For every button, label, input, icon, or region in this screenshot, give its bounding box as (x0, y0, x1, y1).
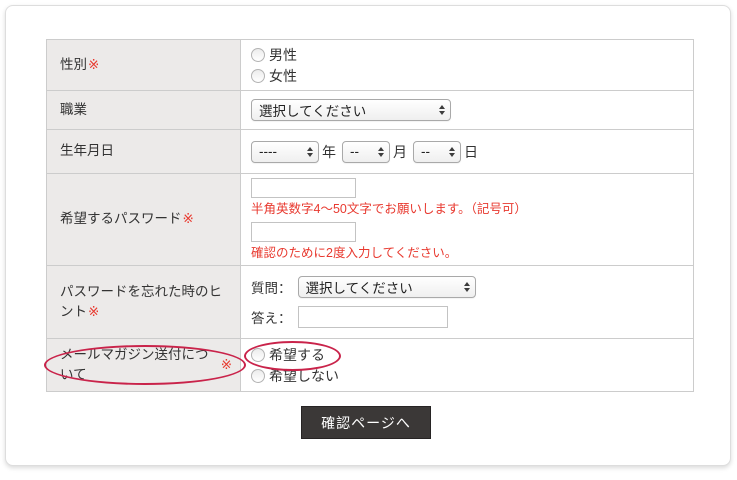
select-stepper-icon (449, 147, 455, 157)
question-label: 質問： (251, 277, 292, 297)
table-row-password: 希望するパスワード※ 半角英数字4〜50文字でお願いします。（記号可） 確認のた… (47, 174, 693, 266)
required-mark: ※ (183, 209, 194, 229)
answer-label: 答え： (251, 307, 292, 327)
gender-option-male[interactable]: 男性 (251, 44, 683, 65)
mail-magazine-option-no-label: 希望しない (269, 366, 339, 386)
select-stepper-icon (378, 147, 384, 157)
password-content-cell: 半角英数字4〜50文字でお願いします。（記号可） 確認のために2度入力してくださ… (241, 174, 693, 265)
mail-magazine-option-no[interactable]: 希望しない (251, 365, 683, 386)
mail-magazine-label: メールマガジン送付について (60, 345, 220, 386)
hint-question-value: 選択してください (306, 277, 413, 297)
table-row-password-hint: パスワードを忘れた時のヒント※ 質問： 選択してください 答え： (47, 266, 693, 339)
mail-magazine-content-cell: 希望する 希望しない (241, 339, 693, 391)
birth-month-select[interactable]: -- (342, 141, 390, 163)
gender-label-cell: 性別※ (47, 40, 241, 90)
occupation-label-cell: 職業 (47, 91, 241, 129)
birthdate-label-cell: 生年月日 (47, 130, 241, 173)
registration-form-table: 性別※ 男性 女性 職業 選択してください (46, 39, 694, 392)
select-stepper-icon (307, 147, 313, 157)
hint-answer-input[interactable] (298, 306, 448, 328)
radio-icon[interactable] (251, 48, 265, 62)
radio-icon[interactable] (251, 348, 265, 362)
select-stepper-icon (439, 105, 445, 115)
mail-magazine-option-yes[interactable]: 希望する (251, 344, 683, 365)
birth-year-value: ---- (259, 144, 277, 159)
gender-content-cell: 男性 女性 (241, 40, 693, 90)
required-mark: ※ (88, 55, 99, 75)
form-card: 性別※ 男性 女性 職業 選択してください (5, 5, 731, 466)
select-stepper-icon (464, 282, 470, 292)
birth-year-select[interactable]: ---- (251, 141, 319, 163)
gender-option-female-label: 女性 (269, 66, 297, 86)
birth-month-value: -- (350, 144, 359, 159)
password-input[interactable] (251, 178, 356, 198)
birth-day-value: -- (421, 144, 430, 159)
gender-label: 性別 (60, 55, 87, 75)
day-unit-label: 日 (464, 142, 478, 162)
year-unit-label: 年 (322, 142, 336, 162)
password-label: 希望するパスワード (60, 209, 182, 229)
table-row-occupation: 職業 選択してください (47, 91, 693, 130)
occupation-select-value: 選択してください (259, 100, 366, 120)
birthdate-label: 生年月日 (60, 141, 114, 161)
radio-icon[interactable] (251, 369, 265, 383)
table-row-birthdate: 生年月日 ---- 年 -- 月 -- (47, 130, 693, 174)
required-mark: ※ (88, 304, 99, 319)
birth-day-select[interactable]: -- (413, 141, 461, 163)
occupation-content-cell: 選択してください (241, 91, 693, 129)
mail-magazine-option-yes-label: 希望する (269, 345, 325, 365)
password-confirm-input[interactable] (251, 222, 356, 242)
table-row-gender: 性別※ 男性 女性 (47, 40, 693, 91)
occupation-label: 職業 (60, 100, 87, 120)
gender-option-female[interactable]: 女性 (251, 65, 683, 86)
password-hint-label: パスワードを忘れた時のヒント※ (60, 282, 232, 323)
password-label-cell: 希望するパスワード※ (47, 174, 241, 265)
password-hint-content-cell: 質問： 選択してください 答え： (241, 266, 693, 338)
password-hint-label-cell: パスワードを忘れた時のヒント※ (47, 266, 241, 338)
required-mark: ※ (221, 355, 232, 375)
hint-question-select[interactable]: 選択してください (298, 276, 476, 298)
password-hint-text: 半角英数字4〜50文字でお願いします。（記号可） (251, 201, 683, 217)
confirm-page-button[interactable]: 確認ページへ (301, 406, 431, 439)
gender-option-male-label: 男性 (269, 45, 297, 65)
birthdate-content-cell: ---- 年 -- 月 -- 日 (241, 130, 693, 173)
table-row-mail-magazine: メールマガジン送付について※ 希望する 希望しない (47, 339, 693, 391)
mail-magazine-label-cell: メールマガジン送付について※ (47, 339, 241, 391)
radio-icon[interactable] (251, 69, 265, 83)
month-unit-label: 月 (393, 142, 407, 162)
occupation-select[interactable]: 選択してください (251, 99, 451, 121)
password-confirm-hint-text: 確認のために2度入力してください。 (251, 245, 683, 261)
